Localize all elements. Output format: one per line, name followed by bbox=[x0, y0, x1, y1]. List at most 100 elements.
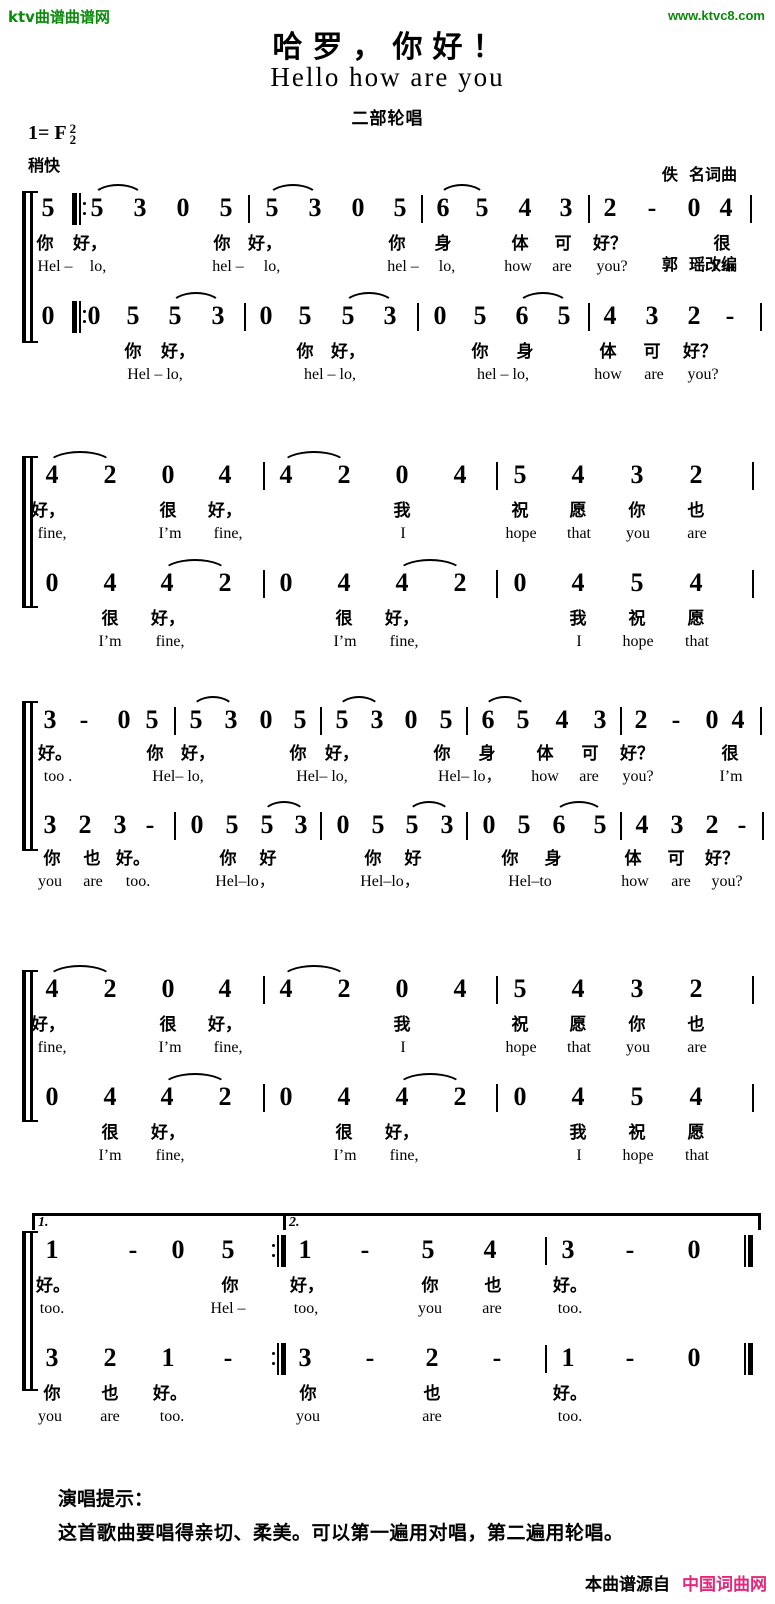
barline bbox=[174, 812, 176, 840]
barline bbox=[620, 707, 622, 735]
repeat-end-sign bbox=[272, 1235, 286, 1267]
lyric-cn: 也 bbox=[687, 501, 705, 521]
note: 3 bbox=[559, 193, 573, 222]
note: 0 bbox=[87, 301, 101, 330]
lyric-en: lo, bbox=[438, 258, 456, 275]
note: 2 bbox=[425, 1343, 439, 1372]
voice-lower: 0 0 5 5 3 0 5 5 3 0 5 6 5 4 3 2 - bbox=[0, 292, 775, 341]
lyric-en: you? bbox=[622, 768, 654, 785]
lyric-en: Hel – lo, bbox=[127, 366, 183, 383]
lyric-cn: 也 bbox=[484, 1276, 502, 1296]
barline bbox=[496, 976, 498, 1004]
barline bbox=[496, 570, 498, 598]
note-extender: - bbox=[625, 1343, 635, 1372]
tempo-marking: 稍快 bbox=[28, 156, 61, 175]
lyric-en: I bbox=[400, 1039, 406, 1056]
barline bbox=[421, 195, 423, 223]
voice-upper: 3 - 0 5 5 3 0 5 5 3 0 5 6 5 4 3 2 - 0 4 bbox=[0, 696, 775, 745]
lyric-cn: 我 bbox=[393, 1015, 411, 1035]
lyric-en: I’m bbox=[333, 1147, 357, 1164]
lyric-en: that bbox=[685, 1147, 709, 1164]
note: 5 bbox=[41, 193, 55, 222]
note: 2 bbox=[103, 974, 117, 1003]
barline bbox=[496, 462, 498, 490]
barline bbox=[762, 812, 764, 840]
lyric-en: Hel–lo， bbox=[360, 873, 420, 890]
note: 3 bbox=[370, 705, 384, 734]
key-signature: 1= F 2 2 bbox=[28, 122, 77, 147]
note: 3 bbox=[645, 301, 659, 330]
lyric-cn: 你 bbox=[299, 1384, 317, 1404]
note: 4 bbox=[571, 974, 585, 1003]
note: 4 bbox=[103, 568, 117, 597]
time-signature-denominator: 2 bbox=[69, 131, 77, 147]
lyric-en: I’m bbox=[719, 768, 743, 785]
note: 1 bbox=[298, 1235, 312, 1264]
note: 2 bbox=[218, 568, 232, 597]
lyric-en: lo, bbox=[263, 258, 281, 275]
page-title-en: Hello how are you bbox=[270, 62, 505, 92]
lyric-cn: 很 bbox=[101, 609, 119, 629]
note: 0 bbox=[279, 1082, 293, 1111]
barline bbox=[263, 1084, 265, 1112]
volta-label-2: 2. bbox=[289, 1215, 300, 1230]
lyric-cn: 你 bbox=[628, 1015, 646, 1035]
lyric-cn: 好 bbox=[404, 849, 422, 869]
lyric-cn: 好。 bbox=[553, 1276, 587, 1296]
note: 0 bbox=[171, 1235, 185, 1264]
barline bbox=[466, 812, 468, 840]
note: 2 bbox=[337, 974, 351, 1003]
note: 5 bbox=[421, 1235, 435, 1264]
voice-upper: 1 - 0 5 1 - 5 4 3 - 0 bbox=[0, 1235, 775, 1275]
barline bbox=[466, 707, 468, 735]
note: 0 bbox=[433, 301, 447, 330]
lyric-en: are bbox=[687, 1039, 707, 1056]
lyric-en: too. bbox=[557, 1408, 583, 1425]
note: 2 bbox=[603, 193, 617, 222]
lyric-en: Hel – bbox=[210, 1300, 246, 1317]
lyric-en: hel – lo, bbox=[477, 366, 529, 383]
note: 2 bbox=[453, 568, 467, 597]
lyric-en: you bbox=[626, 1039, 650, 1056]
voice-lower: 0 4 4 2 0 4 4 2 0 4 5 4 bbox=[0, 559, 775, 608]
lyric-cn: 好， bbox=[31, 1015, 65, 1035]
barline bbox=[545, 1237, 547, 1265]
lyric-en: you bbox=[626, 525, 650, 542]
lyric-cn: 好？ bbox=[683, 342, 717, 362]
lyric-cn: 好， bbox=[331, 342, 365, 362]
lyric-en: that bbox=[567, 1039, 591, 1056]
lyric-en: I bbox=[400, 525, 406, 542]
note: 0 bbox=[45, 1082, 59, 1111]
barline bbox=[588, 195, 590, 223]
note: 3 bbox=[593, 705, 607, 734]
source-credit-label: 本曲谱源自 bbox=[585, 1575, 670, 1595]
note: 5 bbox=[517, 810, 531, 839]
note: 5 bbox=[393, 193, 407, 222]
lyric-cn: 我 bbox=[569, 1123, 587, 1143]
lyric-en: too . bbox=[43, 768, 73, 785]
lyric-en: too. bbox=[39, 1300, 65, 1317]
note: 4 bbox=[337, 568, 351, 597]
note: 0 bbox=[190, 810, 204, 839]
lyric-en: are bbox=[482, 1300, 502, 1317]
note: 0 bbox=[279, 568, 293, 597]
lyric-cn: 也 bbox=[423, 1384, 441, 1404]
note-extender: - bbox=[625, 1235, 635, 1264]
lyric-cn: 祝 bbox=[628, 1123, 646, 1143]
note: 5 bbox=[293, 705, 307, 734]
note: 0 bbox=[687, 1235, 701, 1264]
lyric-cn: 祝 bbox=[511, 501, 529, 521]
voice-upper: 4 2 0 4 4 2 0 4 5 4 3 2 bbox=[0, 965, 775, 1014]
lyric-en: hope bbox=[622, 633, 654, 650]
lyric-cn: 好， bbox=[151, 1123, 185, 1143]
note: 0 bbox=[705, 705, 719, 734]
note: 3 bbox=[43, 810, 57, 839]
note: 4 bbox=[571, 568, 585, 597]
lyric-cn: 也 bbox=[101, 1384, 119, 1404]
lyric-cn: 好， bbox=[208, 501, 242, 521]
note-extender: - bbox=[128, 1235, 138, 1264]
lyric-cn: 身 bbox=[544, 849, 562, 869]
barline bbox=[750, 195, 752, 223]
note: 3 bbox=[43, 705, 57, 734]
lyric-en: too, bbox=[293, 1300, 319, 1317]
